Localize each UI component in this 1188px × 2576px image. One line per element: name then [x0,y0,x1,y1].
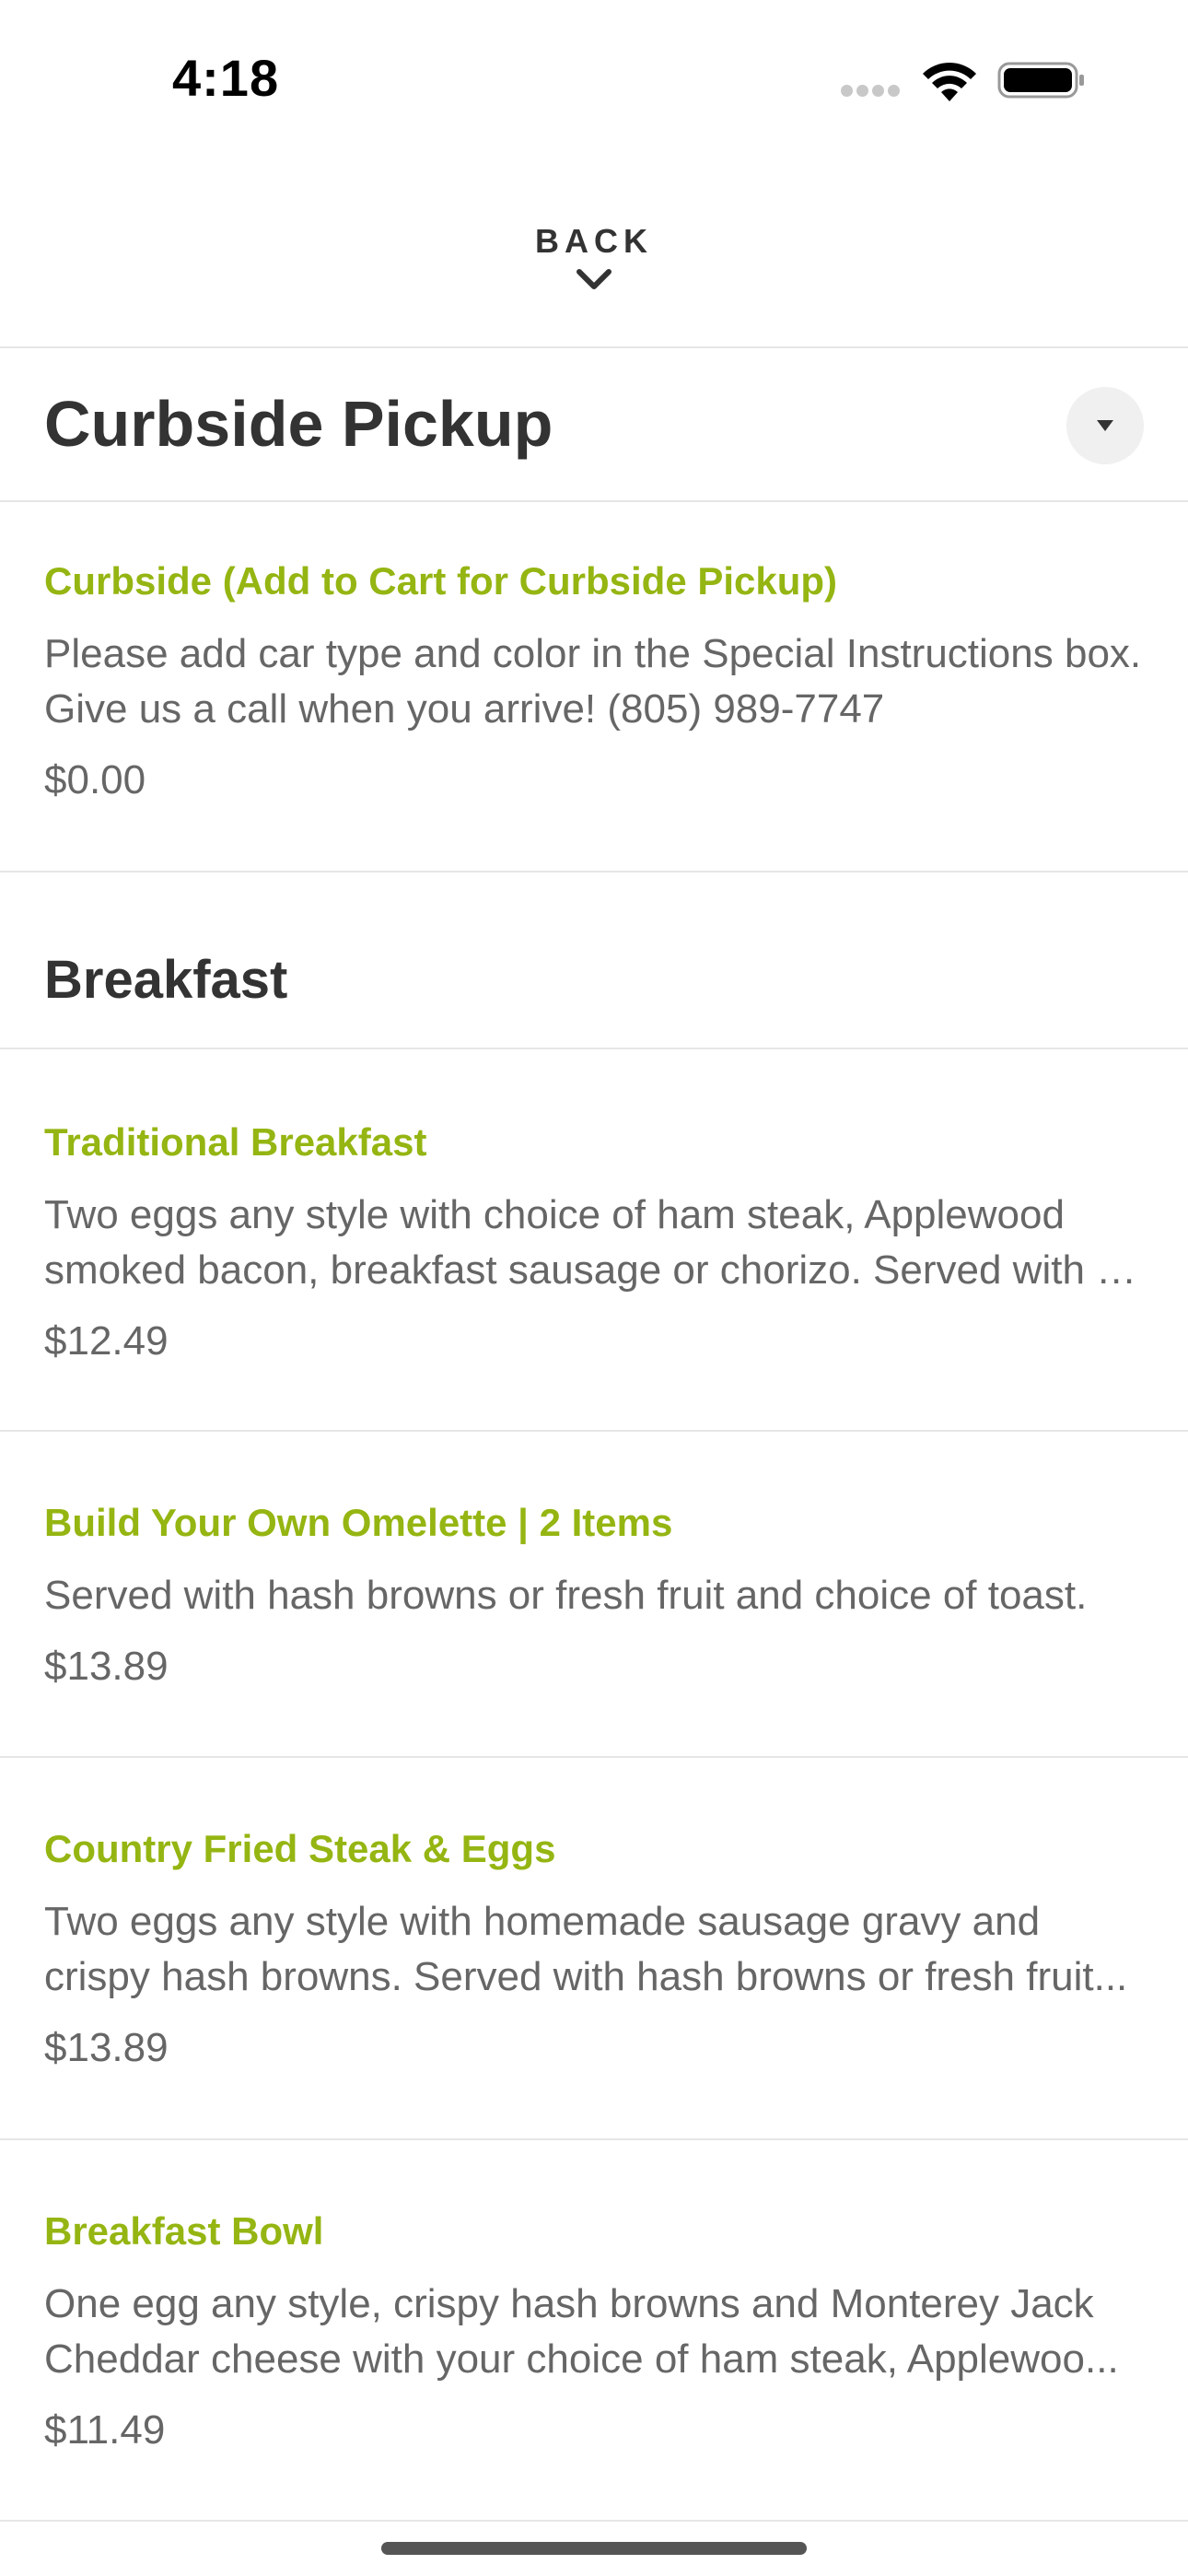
status-time: 4:18 [172,49,280,107]
menu-item-breakfast-bowl[interactable]: Breakfast Bowl One egg any style, crispy… [0,2140,1188,2521]
item-price: $13.89 [44,1644,169,1689]
menu-item-traditional-breakfast[interactable]: Traditional Breakfast Two eggs any style… [0,1049,1188,1430]
item-description: Served with hash browns or fresh fruit a… [44,1568,1149,1623]
item-name: Country Fried Steak & Eggs [44,1827,556,1870]
item-description: One egg any style, crispy hash browns an… [44,2277,1149,2387]
status-bar: 4:18 [0,0,1188,157]
section-title-curbside-pickup: Curbside Pickup [44,388,553,460]
item-price: $11.49 [44,2407,166,2453]
caret-down-icon [1097,420,1113,431]
divider [0,871,1188,872]
item-description-line: Two eggs any style with homemade sausage… [44,1899,1041,1944]
menu-screen: 4:18 BACK Curbside Pickup Curbside (Add … [0,0,1188,2576]
back-label: BACK [535,222,653,260]
item-price: $13.89 [44,2025,169,2070]
section-title-breakfast: Breakfast [44,950,288,1010]
divider [0,2520,1188,2522]
wifi-icon [923,62,976,101]
item-description-line: Served with hash browns or fresh fruit a… [44,1573,1088,1618]
item-description-line: crispy hash browns. Served with hash bro… [44,1954,1128,1999]
menu-item-curbside[interactable]: Curbside (Add to Cart for Curbside Picku… [0,502,1188,871]
item-name: Curbside (Add to Cart for Curbside Picku… [44,559,838,603]
item-name: Traditional Breakfast [44,1120,427,1164]
battery-icon [997,62,1084,99]
item-description-line: smoked bacon, breakfast sausage or chori… [44,1247,1149,1293]
back-button[interactable]: BACK [502,221,686,313]
item-name: Breakfast Bowl [44,2209,324,2253]
chevron-down-icon [577,269,611,289]
divider [0,346,1188,348]
menu-item-build-your-own-omelette[interactable]: Build Your Own Omelette | 2 Items Served… [0,1432,1188,1756]
item-description: Two eggs any style with homemade sausage… [44,1894,1149,2005]
cellular-signal-icon [841,85,905,98]
item-description: Please add car type and color in the Spe… [44,626,1149,737]
item-description-line: Cheddar cheese with your choice of ham s… [44,2336,1119,2382]
item-description-line: One egg any style, crispy hash browns an… [44,2281,1094,2326]
item-description-line: Two eggs any style with choice of ham st… [44,1192,1065,1237]
menu-item-country-fried-steak[interactable]: Country Fried Steak & Eggs Two eggs any … [0,1758,1188,2138]
item-description-line: Give us a call when you arrive! (805) 98… [44,686,885,732]
category-dropdown-button[interactable] [1066,387,1144,464]
item-description-line: Please add car type and color in the Spe… [44,631,1142,676]
item-price: $0.00 [44,757,146,802]
item-description: Two eggs any style with choice of ham st… [44,1188,1149,1298]
home-indicator[interactable] [381,2542,807,2555]
item-name: Build Your Own Omelette | 2 Items [44,1501,673,1544]
item-price: $12.49 [44,1318,169,1364]
